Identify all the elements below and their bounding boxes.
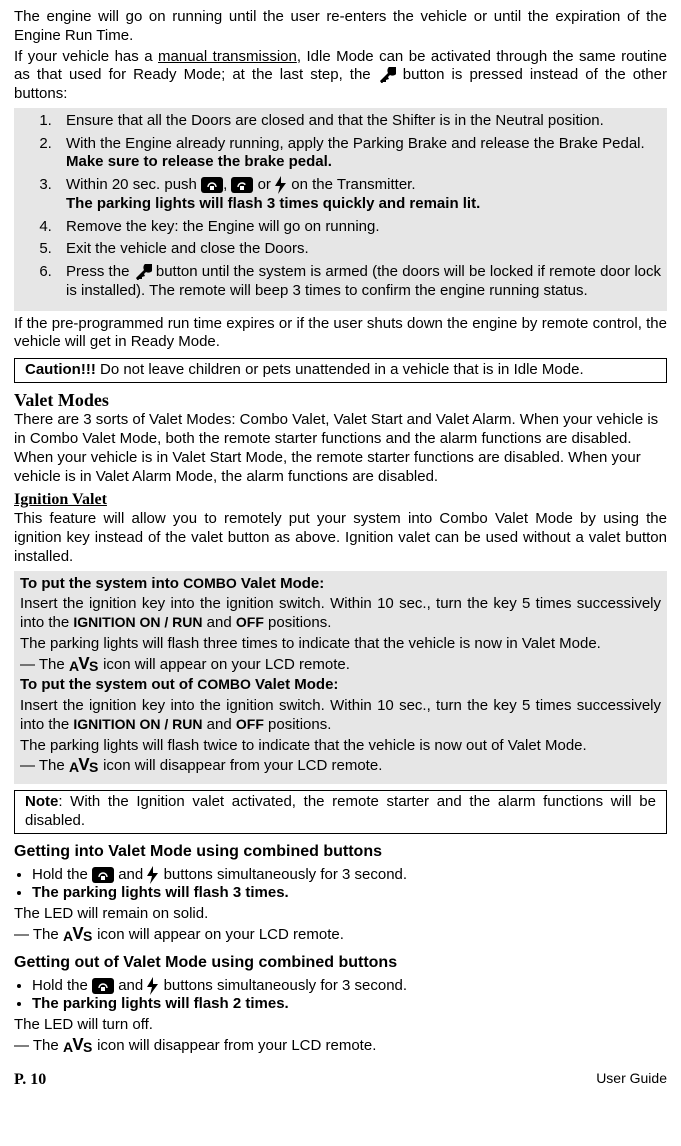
avs-icon [63,927,93,943]
valet-modes-body: There are 3 sorts of Valet Modes: Combo … [14,411,667,486]
list-item: Within 20 sec. push , or on the Transmit… [56,176,661,214]
page-number: P. 10 [14,1070,46,1090]
list-item: Hold the and buttons simultaneously for … [32,977,667,996]
bolt-icon [147,977,159,995]
key-icon [378,67,396,83]
text: buttons simultaneously for 3 second. [164,977,407,994]
text: IGNITION ON / RUN [73,716,202,732]
text-bold: The parking lights will flash 2 times. [32,995,289,1012]
text: and [118,977,147,994]
text: — The [14,926,63,943]
text: If your vehicle has a [14,48,158,65]
text: or [258,176,276,193]
manual-transmission-link: manual transmission [158,48,297,65]
text: To put the system into [20,575,183,592]
list-item: Remove the key: the Engine will go on ru… [56,218,661,237]
avs-icon [69,657,99,673]
text: and [203,614,236,631]
list-item: The parking lights will flash 2 times. [32,995,667,1014]
caution-label: Caution!!! [25,361,96,378]
get-out-title: Getting out of Valet Mode using combined… [14,953,667,973]
note-label: Note [25,793,58,810]
text: COMBO [183,575,237,591]
note-text: : With the Ignition valet activated, the… [25,793,656,829]
valet-modes-title: Valet Modes [14,389,667,412]
combo-out-title: To put the system out of COMBO Valet Mod… [20,676,661,695]
text: buttons simultaneously for 3 second. [164,866,407,883]
text: and [118,866,147,883]
list-item: Ensure that all the Doors are closed and… [56,112,661,131]
key-icon [134,264,152,280]
text: Within 20 sec. push [66,176,201,193]
text-bold: Make sure to release the brake pedal. [66,153,332,170]
combo-out-p3: — The icon will disappear from your LCD … [20,757,661,776]
text: Valet Mode: [251,676,339,693]
bolt-icon [275,176,287,194]
lock-icon [92,978,114,994]
text: icon will appear on your LCD remote. [93,926,344,943]
text: Valet Mode: [237,575,325,592]
get-in-p2: — The icon will appear on your LCD remot… [14,926,667,945]
text: Hold the [32,866,92,883]
caution-text: Do not leave children or pets unattended… [96,361,584,378]
get-in-title: Getting into Valet Mode using combined b… [14,842,667,862]
text: — The [20,757,69,774]
combo-out-p2: The parking lights will flash twice to i… [20,737,661,756]
list-item: With the Engine already running, apply t… [56,135,661,173]
text: Press the [66,263,134,280]
text: COMBO [197,676,251,692]
footer: P. 10 User Guide [14,1070,667,1090]
text: OFF [236,614,264,630]
combo-in-title: To put the system into COMBO Valet Mode: [20,575,661,594]
lock-icon [92,867,114,883]
combo-in-p1: Insert the ignition key into the ignitio… [20,595,661,633]
text-bold: The parking lights will flash 3 times. [32,884,289,901]
after-list: If the pre-programmed run time expires o… [14,315,667,353]
unlock-icon [231,177,253,193]
bolt-icon [147,866,159,884]
text-bold: The parking lights will flash 3 times qu… [66,195,480,212]
text: — The [14,1037,63,1054]
note-box: Note: With the Ignition valet activated,… [14,790,667,834]
ignition-valet-title: Ignition Valet [14,490,667,510]
text: , [223,176,231,193]
get-in-p1: The LED will remain on solid. [14,905,667,924]
get-out-p1: The LED will turn off. [14,1016,667,1035]
intro-2: If your vehicle has a manual transmissio… [14,48,667,104]
text: icon will disappear from your LCD remote… [99,757,382,774]
combo-in-p3: — The icon will appear on your LCD remot… [20,656,661,675]
text: positions. [264,716,332,733]
list-item: The parking lights will flash 3 times. [32,884,667,903]
caution-box: Caution!!! Do not leave children or pets… [14,358,667,383]
text: icon will disappear from your LCD remote… [93,1037,376,1054]
text: OFF [236,716,264,732]
text: icon will appear on your LCD remote. [99,656,350,673]
list-item: Exit the vehicle and close the Doors. [56,240,661,259]
text: — The [20,656,69,673]
text: To put the system out of [20,676,197,693]
lock-icon [201,177,223,193]
combo-out-p1: Insert the ignition key into the ignitio… [20,697,661,735]
avs-icon [69,758,99,774]
list-item: Hold the and buttons simultaneously for … [32,866,667,885]
text: positions. [264,614,332,631]
text: on the Transmitter. [291,176,415,193]
combo-box: To put the system into COMBO Valet Mode:… [14,571,667,785]
text: button until the system is armed (the do… [66,263,661,299]
intro-1: The engine will go on running until the … [14,8,667,46]
list-item: Press the button until the system is arm… [56,263,661,301]
text: IGNITION ON / RUN [73,614,202,630]
text: With the Engine already running, apply t… [66,135,645,152]
user-guide-label: User Guide [596,1070,667,1090]
steps-box: Ensure that all the Doors are closed and… [14,108,667,311]
text: and [203,716,236,733]
avs-icon [63,1038,93,1054]
combo-in-p2: The parking lights will flash three time… [20,635,661,654]
get-out-p2: — The icon will disappear from your LCD … [14,1037,667,1056]
ignition-valet-body: This feature will allow you to remotely … [14,510,667,566]
text: Hold the [32,977,92,994]
